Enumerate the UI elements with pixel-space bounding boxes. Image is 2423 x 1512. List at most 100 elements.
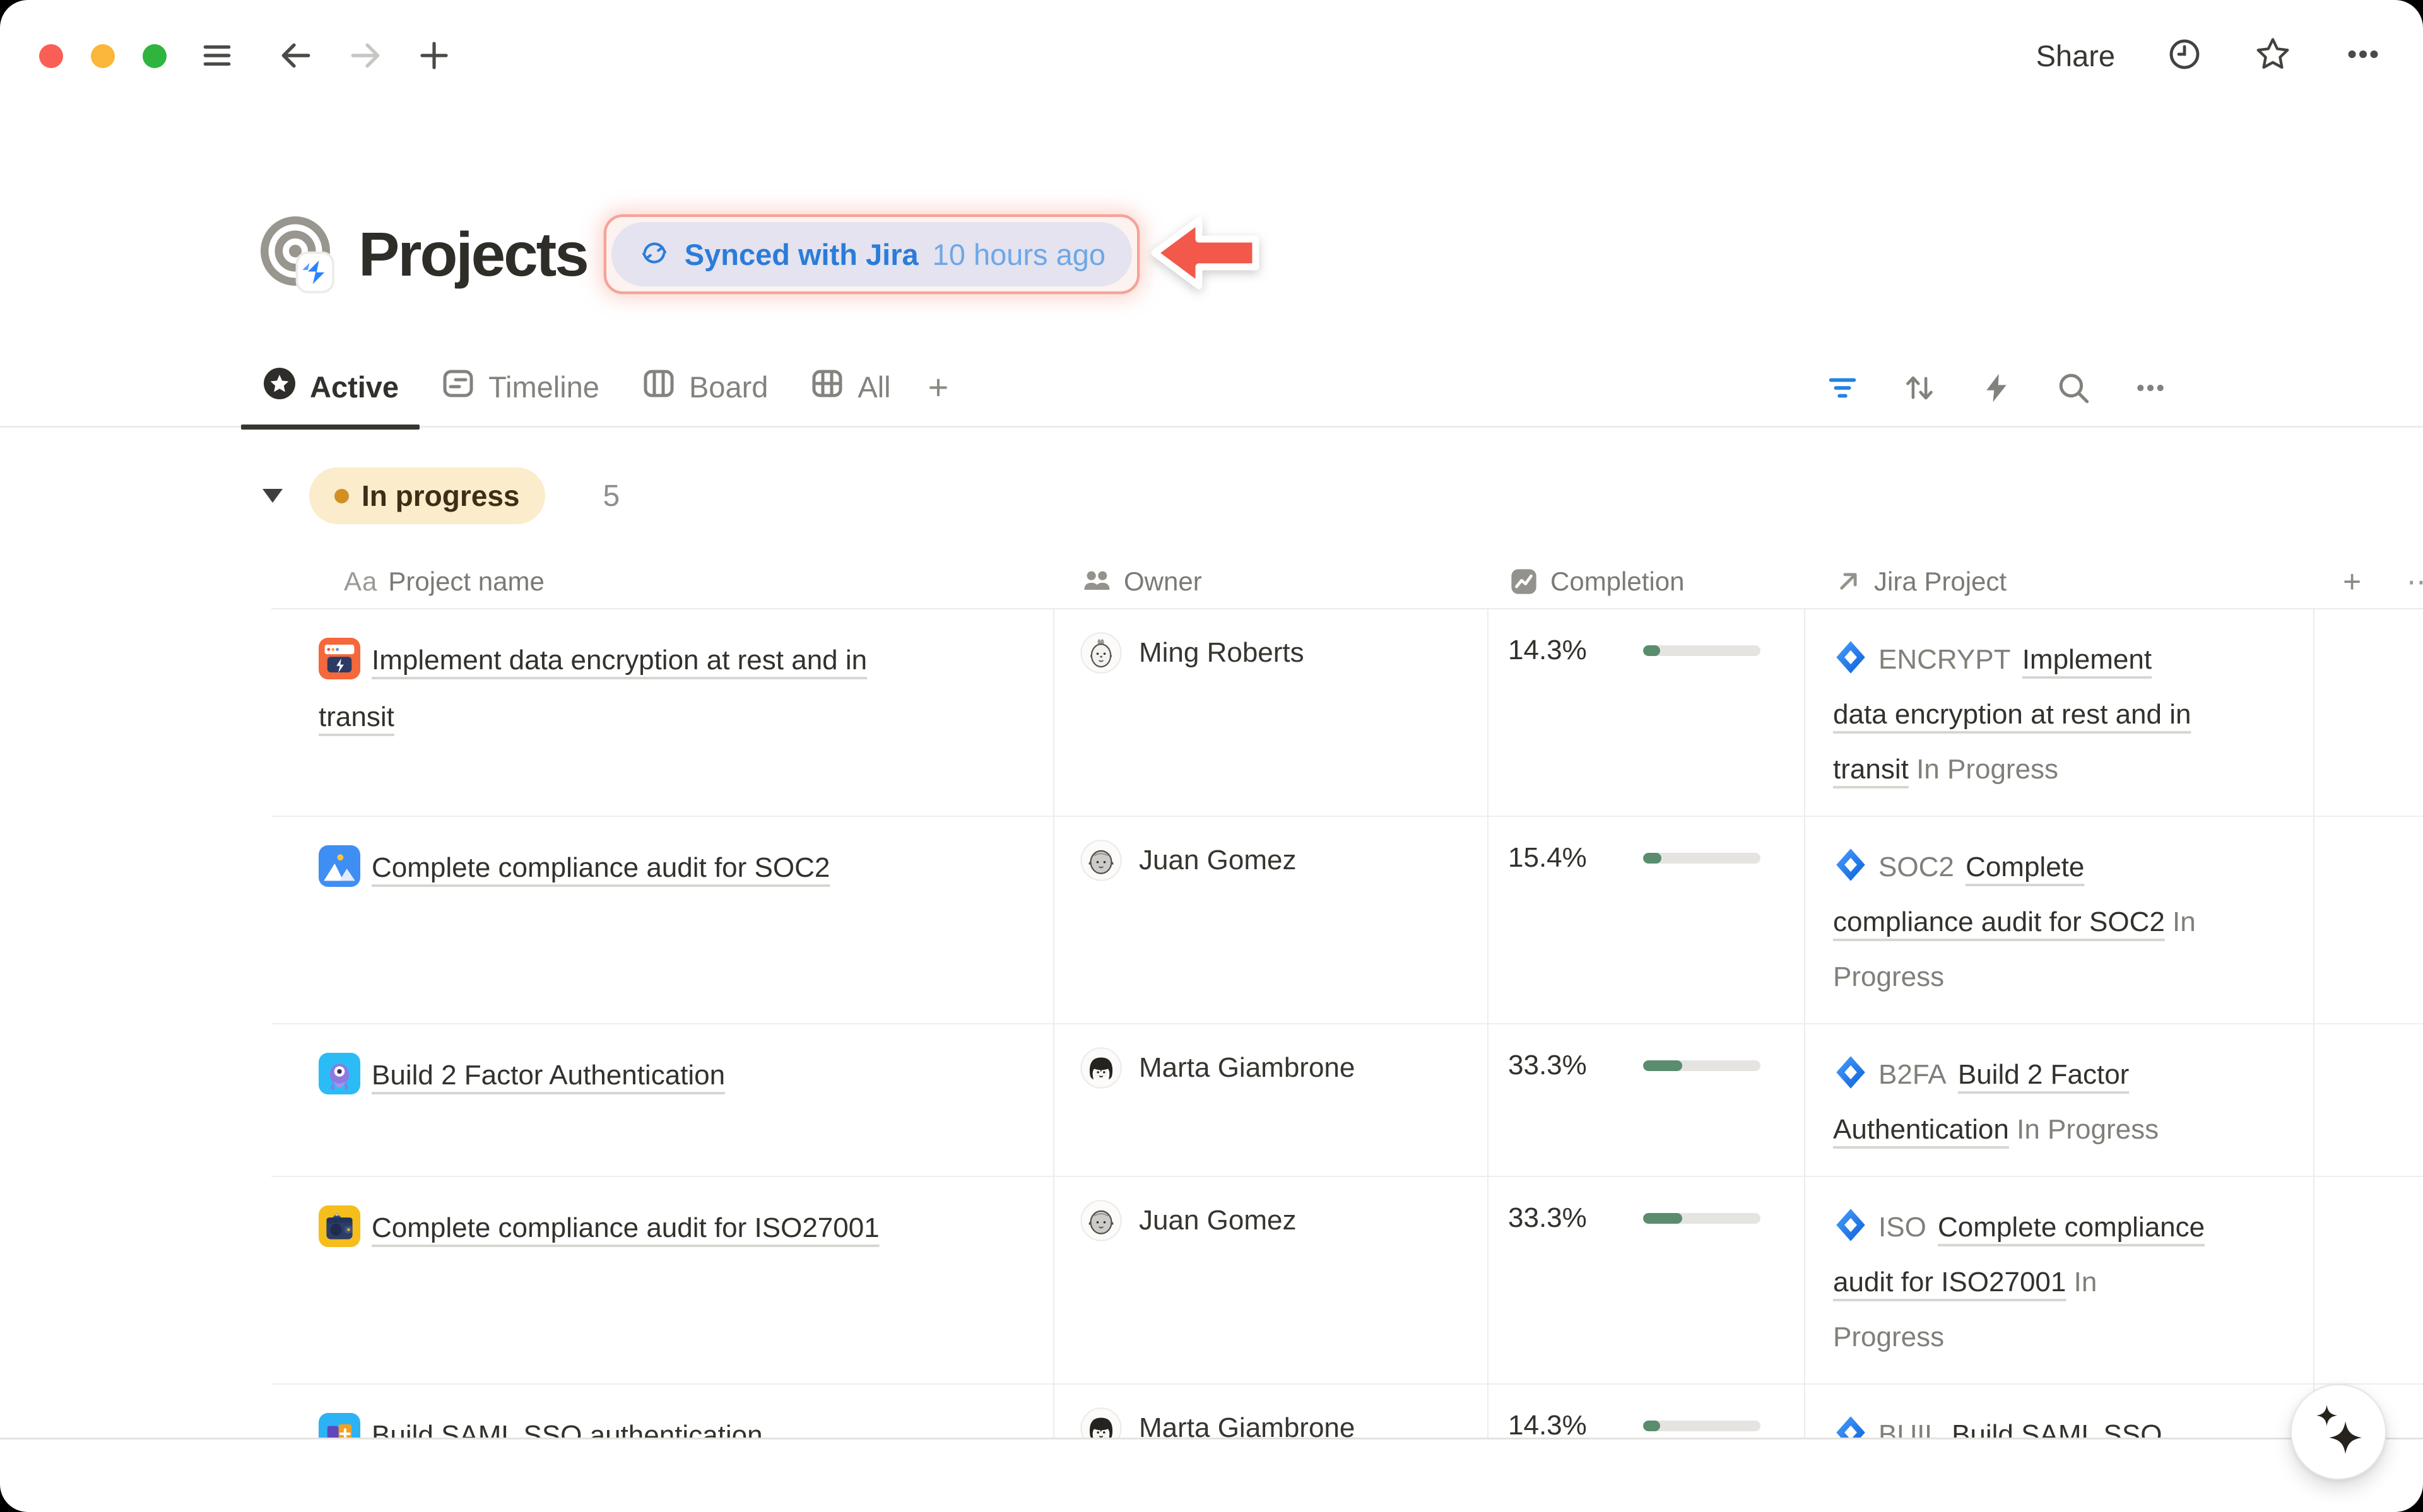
blocks-app-icon xyxy=(319,1413,360,1439)
sync-time: 10 hours ago xyxy=(933,237,1105,272)
project-name-link[interactable]: Build 2 Factor Authentication xyxy=(372,1060,725,1091)
project-name-cell[interactable]: Build SAML SSO authentication. xyxy=(271,1385,1054,1439)
table-row: Complete compliance audit for SOC2 Juan … xyxy=(271,817,2423,1024)
project-name-link[interactable]: Build SAML SSO authentication. xyxy=(372,1420,770,1439)
avatar xyxy=(1080,1047,1122,1089)
completion-cell[interactable]: 33.3% xyxy=(1489,1024,1805,1176)
owner-cell[interactable]: Marta Giambrone xyxy=(1054,1385,1489,1439)
forward-icon[interactable] xyxy=(346,35,386,76)
column-header-owner[interactable]: Owner xyxy=(1054,565,1489,598)
jira-project-cell[interactable]: SOC2 Complete compliance audit for SOC2 … xyxy=(1805,817,2314,1023)
owner-cell[interactable]: Juan Gomez xyxy=(1054,1177,1489,1383)
close-window-button[interactable] xyxy=(39,44,63,68)
status-dot xyxy=(334,489,349,503)
add-view-button[interactable]: + xyxy=(912,348,965,427)
search-icon[interactable] xyxy=(2056,370,2091,406)
jira-project-cell[interactable]: ENCRYPT Implement data encryption at res… xyxy=(1805,609,2314,816)
table-body: Implement data encryption at rest and in… xyxy=(271,609,2423,1439)
jira-project-cell[interactable]: BUIL Build SAML SSO authentication. In P… xyxy=(1805,1385,2314,1439)
jira-project-cell[interactable]: ISO Complete compliance audit for ISO270… xyxy=(1805,1177,2314,1383)
tab-timeline[interactable]: Timeline xyxy=(420,348,620,427)
titlebar-actions: Share xyxy=(2036,33,2383,78)
progress-bar xyxy=(1643,1213,1760,1224)
owner-name: Ming Roberts xyxy=(1139,637,1304,669)
completion-cell[interactable]: 15.4% xyxy=(1489,817,1805,1023)
project-name-link[interactable]: Implement data encryption at rest and in… xyxy=(319,645,867,732)
sync-highlight-box: Synced with Jira 10 hours ago xyxy=(604,214,1140,294)
jira-diamond-icon xyxy=(1833,1414,1868,1439)
completion-cell[interactable]: 14.3% xyxy=(1489,609,1805,816)
completion-value: 14.3% xyxy=(1508,635,1622,666)
jira-diamond-icon xyxy=(1833,638,1868,674)
project-name-link[interactable]: Complete compliance audit for SOC2 xyxy=(372,852,830,883)
empty-cell xyxy=(2314,1177,2423,1383)
owner-cell[interactable]: Marta Giambrone xyxy=(1054,1024,1489,1176)
jira-key: ISO xyxy=(1878,1212,1926,1243)
project-name-cell[interactable]: Complete compliance audit for SOC2 xyxy=(271,817,1054,1023)
progress-bar xyxy=(1643,645,1760,656)
completion-value: 15.4% xyxy=(1508,842,1622,874)
tab-active[interactable]: Active xyxy=(241,348,420,427)
completion-value: 14.3% xyxy=(1508,1410,1622,1439)
empty-cell xyxy=(2314,609,2423,816)
jira-status: In Progress xyxy=(2017,1114,2159,1145)
table-row: Build 2 Factor Authentication Marta Giam… xyxy=(271,1024,2423,1177)
page-title: Projects xyxy=(358,219,587,290)
timeline-view-icon xyxy=(440,366,476,408)
minimize-window-button[interactable] xyxy=(91,44,115,68)
status-badge[interactable]: In progress xyxy=(309,467,545,524)
collapse-triangle-icon[interactable] xyxy=(261,488,284,504)
projects-table: Aa Project name Owner Completion Jira P xyxy=(271,555,2423,1439)
synced-with-jira-button[interactable]: Synced with Jira 10 hours ago xyxy=(611,222,1132,286)
menu-icon[interactable] xyxy=(197,35,237,76)
share-button[interactable]: Share xyxy=(2036,38,2115,73)
project-name-cell[interactable]: Complete compliance audit for ISO27001 xyxy=(271,1177,1054,1383)
completion-cell[interactable]: 33.3% xyxy=(1489,1177,1805,1383)
more-icon[interactable] xyxy=(2343,35,2383,77)
new-tab-icon[interactable] xyxy=(414,35,454,76)
board-view-icon xyxy=(641,366,676,408)
owner-name: Juan Gomez xyxy=(1139,1205,1296,1236)
sort-icon[interactable] xyxy=(1902,370,1937,406)
jira-project-cell[interactable]: B2FA Build 2 Factor Authentication In Pr… xyxy=(1805,1024,2314,1176)
owner-cell[interactable]: Juan Gomez xyxy=(1054,817,1489,1023)
back-icon[interactable] xyxy=(275,35,315,76)
column-header-jira-project[interactable]: Jira Project xyxy=(1805,566,2314,597)
tab-label: Active xyxy=(310,370,399,404)
group-header: In progress 5 xyxy=(261,467,620,525)
people-icon xyxy=(1080,565,1113,598)
jira-key: SOC2 xyxy=(1878,852,1954,882)
project-name-cell[interactable]: Build 2 Factor Authentication xyxy=(271,1024,1054,1176)
project-name-cell[interactable]: Implement data encryption at rest and in… xyxy=(271,609,1054,816)
bullseye-jira-icon[interactable] xyxy=(257,213,339,295)
column-more-icon[interactable]: ⋯ xyxy=(2407,565,2423,599)
completion-cell[interactable]: 14.3% xyxy=(1489,1385,1805,1439)
owner-cell[interactable]: Ming Roberts xyxy=(1054,609,1489,816)
avatar xyxy=(1080,1200,1122,1241)
table-row: Complete compliance audit for ISO27001 J… xyxy=(271,1177,2423,1385)
view-toolbar xyxy=(1825,353,2168,423)
ai-sparkle-button[interactable] xyxy=(2290,1384,2386,1480)
empty-cell xyxy=(2314,1024,2423,1176)
jira-diamond-icon xyxy=(1833,1206,1868,1241)
filter-icon[interactable] xyxy=(1825,370,1860,406)
group-label: In progress xyxy=(362,479,520,513)
owner-name: Marta Giambrone xyxy=(1139,1052,1355,1084)
favorite-star-icon[interactable] xyxy=(2254,35,2292,76)
project-name-link[interactable]: Complete compliance audit for ISO27001 xyxy=(372,1212,880,1243)
jira-key: ENCRYPT xyxy=(1878,644,2010,675)
tab-all[interactable]: All xyxy=(789,348,911,427)
column-header-completion[interactable]: Completion xyxy=(1489,566,1805,597)
automation-bolt-icon[interactable] xyxy=(1979,370,2014,406)
tab-label: Board xyxy=(689,370,768,404)
sparkle-icon xyxy=(2308,1400,2369,1464)
zoom-window-button[interactable] xyxy=(143,44,167,68)
table-row: Build SAML SSO authentication. Marta Gia… xyxy=(271,1385,2423,1439)
column-header-project-name[interactable]: Aa Project name xyxy=(271,566,1054,597)
app-window: Share Projects xyxy=(0,0,2423,1512)
more-icon[interactable] xyxy=(2133,370,2168,406)
clock-icon[interactable] xyxy=(2167,37,2202,75)
column-label: Owner xyxy=(1124,566,1202,597)
column-label: Completion xyxy=(1550,566,1684,597)
tab-board[interactable]: Board xyxy=(620,348,789,427)
